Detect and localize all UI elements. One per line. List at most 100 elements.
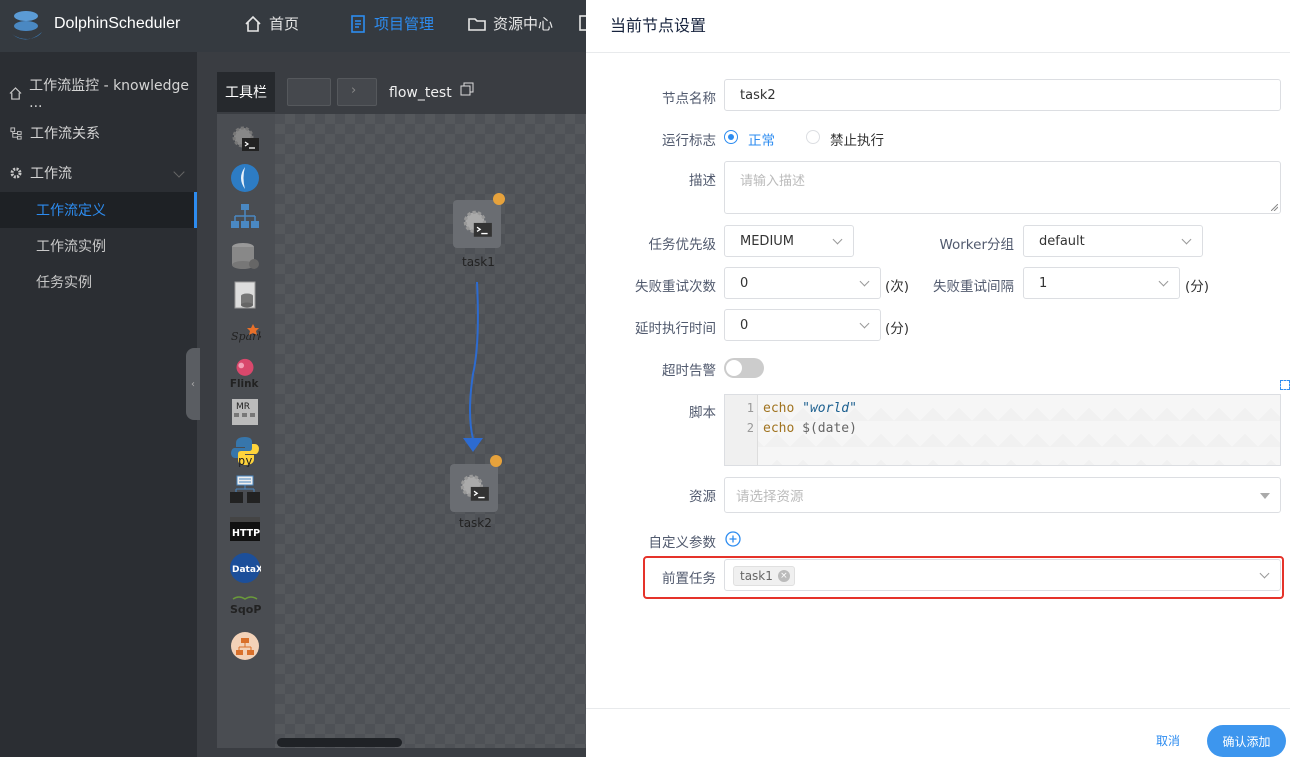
http-icon[interactable]: HTTP <box>228 512 262 546</box>
document-icon <box>351 14 365 33</box>
chevron-down-icon <box>1181 234 1192 245</box>
task-node-task2[interactable] <box>450 464 498 512</box>
run-normal-label[interactable]: 正常 <box>748 129 775 149</box>
drawer-title: 当前节点设置 <box>586 0 1290 53</box>
dag-canvas[interactable] <box>275 114 586 748</box>
nav-project[interactable]: 项目管理 <box>348 13 434 34</box>
mapreduce-icon[interactable]: MR <box>228 395 262 429</box>
tree-icon <box>8 125 24 141</box>
node-status-dot <box>493 193 505 205</box>
left-sidebar: 工作流监控 - knowledge ... 工作流关系 工作流 工作流定义 工作… <box>0 52 197 757</box>
svg-text:Flink: Flink <box>230 378 260 390</box>
worker-group-label: Worker分组 <box>939 237 1014 253</box>
caret-down-icon <box>1260 493 1270 499</box>
toolbar-title: 工具栏 <box>217 72 275 112</box>
fullscreen-icon[interactable] <box>1280 380 1290 390</box>
script-editor[interactable]: 1 echo "world" 2 echo $(date) <box>724 394 1281 466</box>
sqoop-icon[interactable]: SqoP <box>228 590 262 624</box>
sidebar-item-instance[interactable]: 工作流实例 <box>0 228 197 264</box>
sidebar-item-relation[interactable]: 工作流关系 <box>0 115 197 151</box>
svg-text:SqoP: SqoP <box>230 603 261 616</box>
conditions-icon[interactable] <box>228 629 262 663</box>
worker-group-select[interactable]: default <box>1023 225 1203 257</box>
copy-icon[interactable] <box>460 82 474 96</box>
sql-database-icon[interactable] <box>228 239 262 273</box>
custom-params-label: 自定义参数 <box>648 535 717 551</box>
delay-time-value: 0 <box>740 317 749 333</box>
priority-value: MEDIUM <box>740 233 795 249</box>
sidebar-item-workflow[interactable]: 工作流 <box>0 155 197 191</box>
flow-name: flow_test <box>389 85 452 101</box>
code-line[interactable]: echo $(date) <box>763 421 857 436</box>
run-forbid-radio[interactable] <box>806 130 820 144</box>
nav-home-label: 首页 <box>269 15 300 33</box>
sidebar-item-monitor[interactable]: 工作流监控 - knowledge ... <box>0 75 197 111</box>
file-database-icon[interactable] <box>228 278 262 312</box>
chevron-down-icon <box>859 318 870 329</box>
run-flag-label: 运行标志 <box>662 133 716 149</box>
run-forbid-label[interactable]: 禁止执行 <box>830 129 884 149</box>
nav-resource[interactable]: 资源中心 <box>467 13 553 34</box>
chevron-right-icon: › <box>351 83 357 98</box>
spark-icon[interactable]: Spark <box>228 317 262 351</box>
worker-group-value: default <box>1039 233 1085 249</box>
dolphin-logo-icon[interactable] <box>8 6 52 44</box>
sidebar-item-task-instance[interactable]: 任务实例 <box>0 264 197 300</box>
top-nav-bar: DolphinScheduler 首页 项目管理 资源中心 <box>0 0 589 52</box>
node-label: task2 <box>459 516 492 530</box>
line-number: 2 <box>746 421 754 435</box>
description-textarea[interactable]: 请输入描述 <box>724 161 1281 214</box>
node-name-input[interactable]: task2 <box>724 79 1281 111</box>
node-status-dot <box>490 455 502 467</box>
flink-icon[interactable]: Flink <box>228 356 262 390</box>
toolbar-button[interactable] <box>287 78 331 106</box>
retry-interval-select[interactable]: 1 <box>1023 267 1180 299</box>
dependent-icon[interactable] <box>228 473 262 507</box>
chevron-down-icon <box>832 234 843 245</box>
chevron-down-icon <box>859 276 870 287</box>
task-node-task1[interactable] <box>453 200 501 248</box>
datax-icon[interactable]: DataX <box>228 551 262 585</box>
code-keyword: echo <box>763 421 795 436</box>
resize-handle-icon[interactable] <box>1271 204 1278 211</box>
delay-time-select[interactable]: 0 <box>724 309 881 341</box>
priority-select[interactable]: MEDIUM <box>724 225 854 257</box>
confirm-add-button[interactable]: 确认添加 <box>1207 725 1286 757</box>
shell-task-icon[interactable] <box>228 122 262 156</box>
timeout-alarm-label: 超时告警 <box>662 363 716 379</box>
nav-home[interactable]: 首页 <box>243 13 299 34</box>
add-param-icon[interactable] <box>725 531 741 547</box>
home-icon <box>8 85 23 101</box>
code-line[interactable]: echo "world" <box>763 401 857 416</box>
node-settings-drawer: 当前节点设置 节点名称 task2 运行标志 正常 禁止执行 描述 请输入描述 … <box>586 0 1290 757</box>
resource-select[interactable]: 请选择资源 <box>724 477 1281 513</box>
description-placeholder: 请输入描述 <box>740 174 806 189</box>
timeout-alarm-switch[interactable] <box>724 358 764 378</box>
sidebar-item-definition[interactable]: 工作流定义 <box>0 192 197 228</box>
python-icon[interactable]: py <box>228 434 262 468</box>
brand-name[interactable]: DolphinScheduler <box>54 15 180 33</box>
sidebar-collapse-toggle[interactable]: ‹ <box>186 348 200 420</box>
retry-interval-label: 失败重试间隔 <box>933 279 1014 295</box>
sidebar-item-label: 工作流监控 - knowledge ... <box>29 78 189 111</box>
chevron-down-icon <box>1158 276 1169 287</box>
svg-text:Spark: Spark <box>231 330 261 343</box>
sidebar-item-label: 工作流 <box>30 166 72 182</box>
nav-resource-label: 资源中心 <box>493 15 554 33</box>
cancel-button[interactable]: 取消 <box>1156 732 1180 749</box>
toolbar-next-button[interactable]: › <box>337 78 377 106</box>
run-normal-radio[interactable] <box>724 130 738 144</box>
sub-process-icon[interactable] <box>228 161 262 195</box>
procedure-icon[interactable] <box>228 200 262 234</box>
horizontal-scrollbar[interactable] <box>277 738 402 747</box>
task-type-toolbar: Spark Flink MR py HTTP DataX SqoP <box>217 114 275 748</box>
connection-arrow[interactable] <box>275 114 586 748</box>
highlight-annotation <box>643 556 1284 599</box>
resource-label: 资源 <box>689 489 716 505</box>
home-icon <box>245 15 261 32</box>
retry-interval-value: 1 <box>1039 275 1048 291</box>
retry-times-label: 失败重试次数 <box>635 279 716 295</box>
retry-times-select[interactable]: 0 <box>724 267 881 299</box>
shell-task-icon <box>460 474 489 501</box>
dag-editor: 工具栏 › flow_test Spark Flink MR py HTTP D… <box>197 52 586 757</box>
